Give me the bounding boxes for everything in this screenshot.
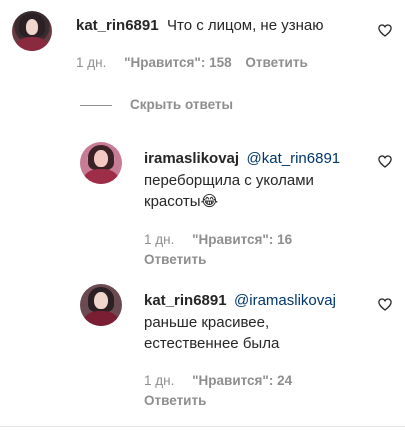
reply-text-line: переборщила с уколами (144, 172, 314, 189)
comment-likes[interactable]: "Нравится": 158 (124, 55, 232, 70)
reply-text-line: красоты😂 (144, 193, 219, 210)
reply-time[interactable]: 1 дн. (144, 373, 174, 388)
heart-icon[interactable] (378, 298, 392, 311)
reply-meta: 1 дн. "Нравится": 24 (144, 373, 292, 388)
comment-meta: 1 дн. "Нравится": 158 Ответить (76, 55, 308, 70)
reply-likes[interactable]: "Нравится": 24 (192, 373, 292, 388)
reply-reply-button[interactable]: Ответить (144, 393, 206, 408)
heart-icon[interactable] (378, 24, 392, 37)
reply-body: iramaslikovaj @kat_rin6891 переборщила с… (144, 148, 374, 212)
reply-username[interactable]: iramaslikovaj (144, 150, 239, 167)
avatar-shirt (83, 310, 119, 326)
reply-text-line: раньше красивее, (144, 314, 270, 331)
heart-icon[interactable] (378, 155, 392, 168)
reply-likes[interactable]: "Нравится": 16 (192, 232, 292, 247)
reply-mention[interactable]: @iramaslikovaj (234, 292, 336, 309)
avatar-shirt (15, 36, 49, 51)
reply-time[interactable]: 1 дн. (144, 232, 174, 247)
comment-username[interactable]: kat_rin6891 (76, 17, 159, 34)
comment-time[interactable]: 1 дн. (76, 55, 106, 70)
avatar-shirt (83, 168, 119, 184)
avatar[interactable] (80, 142, 122, 184)
reply-text-line: естественнее была (144, 335, 280, 352)
reply-meta: 1 дн. "Нравится": 16 (144, 232, 292, 247)
avatar[interactable] (80, 284, 122, 326)
avatar-face (94, 150, 108, 168)
reply-body: kat_rin6891 @iramaslikovaj раньше красив… (144, 290, 374, 354)
comment-reply-button[interactable]: Ответить (245, 55, 307, 70)
reply-username[interactable]: kat_rin6891 (144, 292, 227, 309)
reply-reply-button[interactable]: Ответить (144, 252, 206, 267)
avatar[interactable] (12, 11, 52, 51)
hide-replies-button[interactable]: Скрыть ответы (130, 97, 233, 112)
bottom-divider (0, 426, 405, 427)
avatar-face (25, 19, 39, 35)
comment-text: Что с лицом, не узнаю (167, 17, 324, 34)
avatar-face (94, 292, 108, 310)
hide-replies-divider (80, 105, 112, 106)
comment-body: kat_rin6891 Что с лицом, не узнаю (76, 15, 376, 36)
reply-mention[interactable]: @kat_rin6891 (247, 150, 341, 167)
